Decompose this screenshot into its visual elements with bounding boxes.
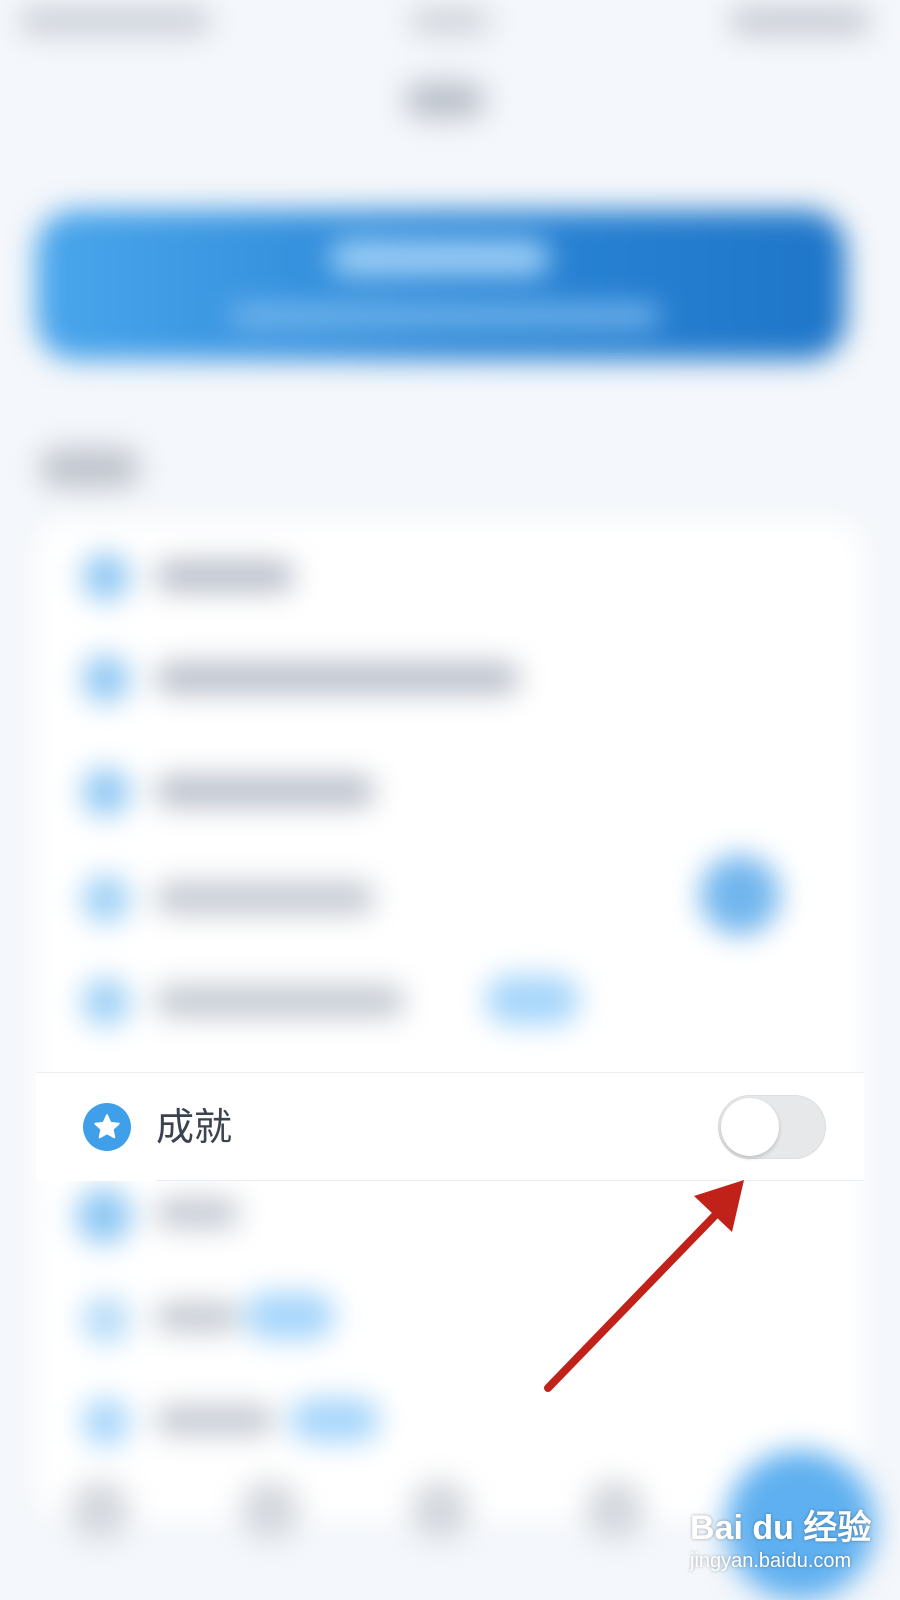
settings-row-achievement[interactable]: 成就: [36, 1072, 864, 1181]
star-icon: [83, 1103, 131, 1151]
toggle-knob: [721, 1098, 779, 1156]
watermark-brand: Bai du 经验: [690, 1509, 872, 1547]
row-divider: [156, 1180, 864, 1181]
achievement-toggle[interactable]: [718, 1095, 826, 1159]
settings-row-label: 成就: [156, 1105, 233, 1149]
blurred-background: [0, 0, 900, 1600]
watermark-url: jingyan.baidu.com: [690, 1550, 852, 1572]
baidu-watermark: Bai du 经验 jingyan.baidu.com: [690, 1500, 890, 1590]
